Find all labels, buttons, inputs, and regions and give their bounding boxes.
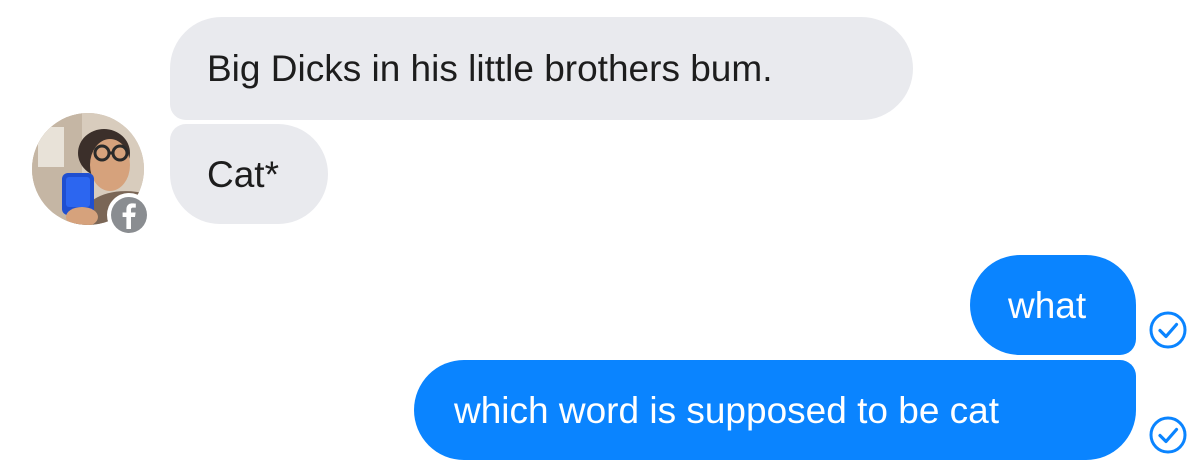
outgoing-message-bubble[interactable]: which word is supposed to be cat [414,360,1136,460]
sent-check-icon [1148,310,1188,350]
message-text: what [1008,284,1087,326]
facebook-icon [106,192,152,238]
message-text: Big Dicks in his little brothers bum. [207,48,773,89]
message-text: which word is supposed to be cat [454,389,1000,431]
incoming-message-bubble[interactable]: Big Dicks in his little brothers bum. [170,17,913,120]
outgoing-message-bubble[interactable]: what [970,255,1136,355]
message-thread: Big Dicks in his little brothers bum. Ca… [0,0,1200,465]
sent-check-icon [1148,415,1188,455]
incoming-message-bubble[interactable]: Cat* [170,124,328,224]
message-text: Cat* [207,153,279,195]
